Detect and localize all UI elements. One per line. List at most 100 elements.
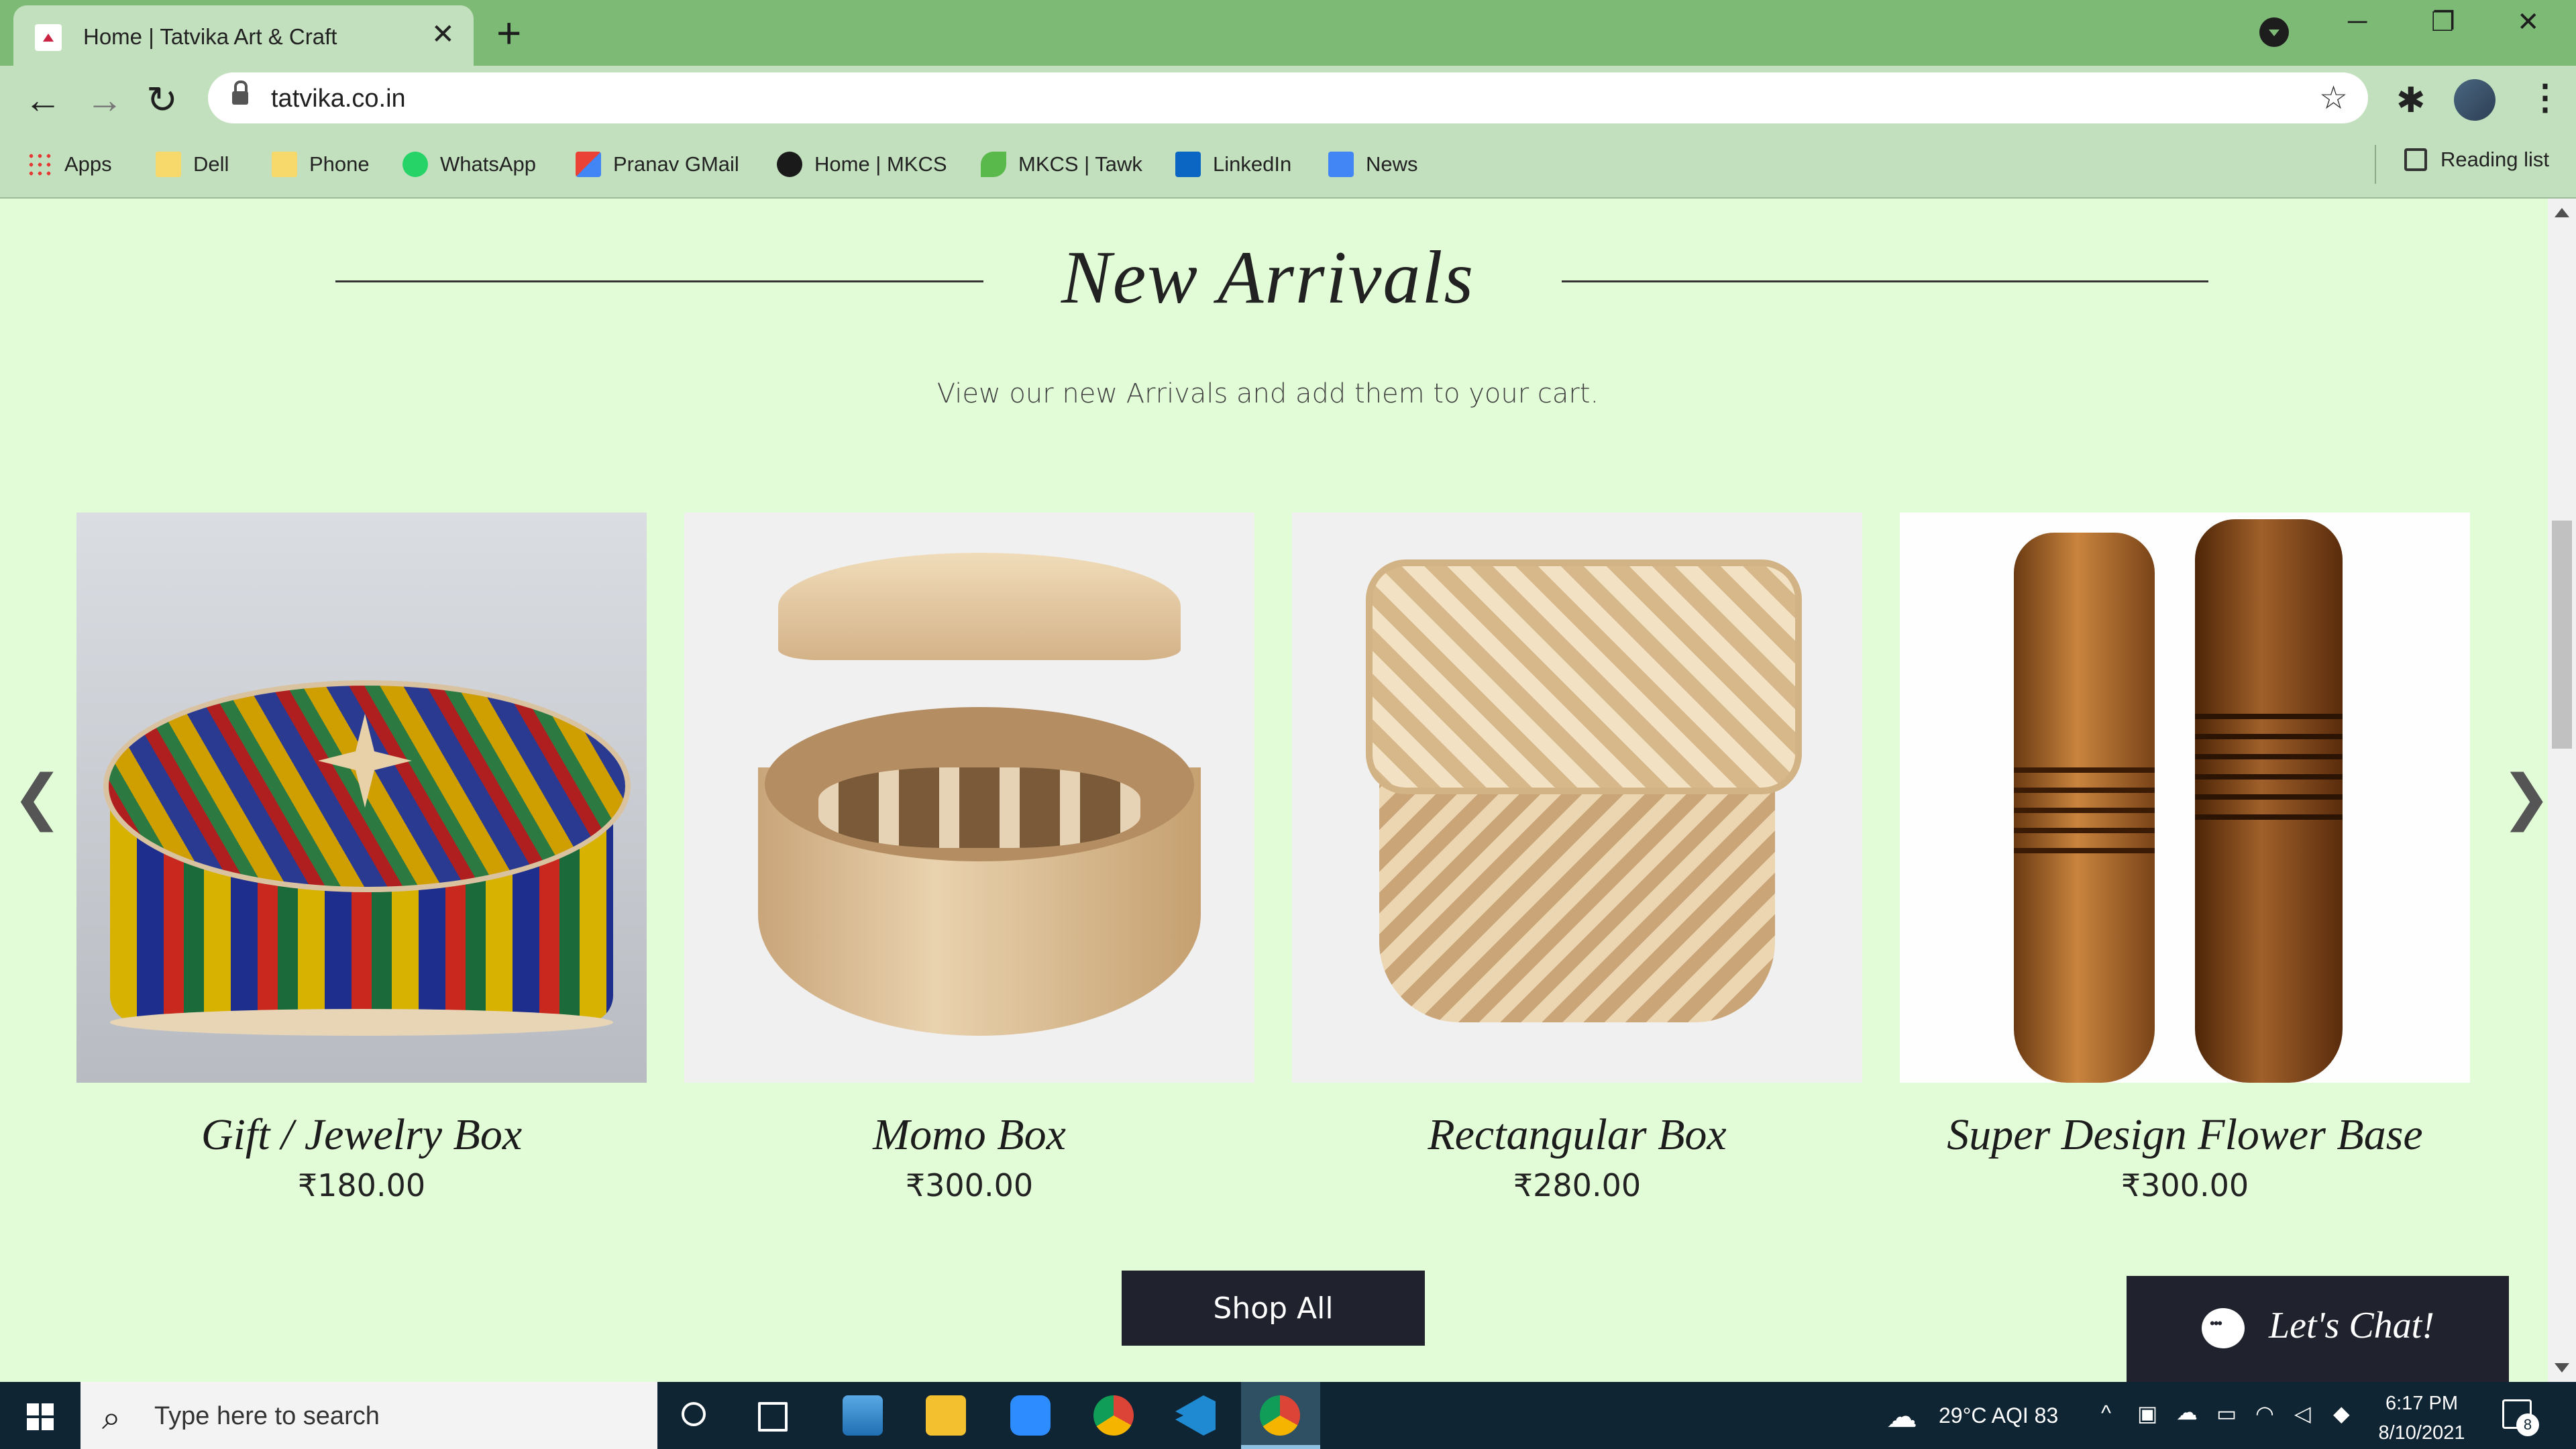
bookmark-label: WhatsApp [440,152,537,176]
vscode-icon[interactable] [1175,1395,1216,1436]
heading-rule-right [1562,280,2208,282]
browser-tab-active[interactable]: Home | Tatvika Art & Craft ✕ [13,5,474,66]
product-card[interactable]: Momo Box ₹300.00 [684,513,1254,1203]
url-text[interactable]: tatvika.co.in [271,85,406,113]
lock-icon[interactable] [232,80,248,105]
notification-count-badge: 8 [2516,1413,2539,1436]
product-card[interactable]: Rectangular Box ₹280.00 [1292,513,1862,1203]
weather-cloud-icon[interactable]: ☁ [1886,1398,1917,1434]
product-image-flower-vase[interactable] [1900,513,2470,1083]
product-image-momo-box[interactable] [684,513,1254,1083]
bookmark-home-mkcs[interactable]: Home | MKCS [777,148,947,181]
reading-list-button[interactable]: Reading list [2404,148,2549,172]
reload-icon[interactable]: ↻ [146,78,178,122]
close-window-icon[interactable]: ✕ [2517,7,2540,38]
tray-app-icon[interactable]: ▣ [2137,1401,2157,1426]
tab-title: Home | Tatvika Art & Craft [83,24,337,49]
bookmark-linkedin[interactable]: LinkedIn [1175,148,1291,181]
zoom-icon[interactable] [1010,1395,1051,1436]
restore-icon[interactable]: ❐ [2431,7,2455,38]
tray-chevron-icon[interactable]: ^ [2101,1401,2111,1426]
bookmark-mkcs-tawk[interactable]: MKCS | Tawk [981,148,1142,181]
site-favicon-icon [35,24,62,51]
bookmark-star-icon[interactable]: ☆ [2319,79,2348,117]
product-price: ₹180.00 [297,1167,426,1203]
weather-text[interactable]: 29°C AQI 83 [1939,1403,2058,1428]
bookmark-label: Apps [64,152,112,176]
profile-avatar[interactable] [2454,79,2496,121]
bookmark-whatsapp[interactable]: WhatsApp [402,148,536,181]
taskbar-search-box[interactable]: ⌕ Type here to search [80,1382,657,1449]
search-icon: ⌕ [102,1399,121,1436]
taskbar-search-placeholder[interactable]: Type here to search [154,1402,380,1431]
pc-app-icon[interactable] [843,1395,883,1436]
bookmark-label: LinkedIn [1213,152,1292,176]
tawk-icon [981,152,1006,177]
chat-label: Let's Chat! [2269,1305,2434,1346]
tab-search-icon[interactable] [2259,17,2289,47]
product-name[interactable]: Super Design Flower Base [1900,1110,2470,1161]
folder-icon [272,152,297,177]
product-price: ₹280.00 [1513,1167,1642,1203]
product-image-rectangular-box[interactable] [1292,513,1862,1083]
product-card[interactable]: Gift / Jewelry Box ₹180.00 [76,513,647,1203]
product-name[interactable]: Momo Box [684,1110,1254,1161]
bookmark-label: News [1366,152,1418,176]
onedrive-icon[interactable]: ☁ [2176,1399,2198,1425]
bookmarks-bar: Apps Dell Phone WhatsApp Pranav GMail Ho… [0,133,2576,199]
carousel-next-icon[interactable]: ❯ [2501,762,2551,833]
tab-close-button[interactable]: ✕ [431,17,455,50]
browser-tab-strip: Home | Tatvika Art & Craft ✕ + ─ ❐ ✕ [0,0,2576,66]
forward-arrow-icon[interactable]: → [86,78,123,121]
bookmark-apps[interactable]: Apps [27,148,112,181]
bookmark-label: Dell [193,152,229,176]
gmail-icon [576,152,601,177]
taskbar-chrome-active[interactable] [1241,1382,1320,1449]
cortana-icon[interactable] [682,1402,706,1426]
back-arrow-icon[interactable]: ← [24,78,62,121]
product-card[interactable]: Super Design Flower Base ₹300.00 [1900,513,2470,1203]
scroll-thumb[interactable] [2552,521,2572,749]
bookmarks-divider [2375,145,2376,184]
chrome-icon[interactable] [1093,1395,1134,1436]
product-image-gift-box[interactable] [76,513,647,1083]
chat-widget-button[interactable]: Let's Chat! [2127,1276,2509,1382]
taskbar-clock[interactable]: 6:17 PM 8/10/2021 [2375,1389,2469,1448]
extensions-puzzle-icon[interactable]: ✱ [2396,80,2426,121]
bookmark-label: MKCS | Tawk [1018,152,1142,176]
browser-toolbar: ← → ↻ tatvika.co.in ☆ ✱ ⋮ [0,66,2576,133]
notification-center-icon[interactable]: 8 [2502,1399,2539,1436]
scroll-up-icon[interactable] [2555,208,2569,217]
product-name[interactable]: Rectangular Box [1292,1110,1862,1161]
clock-date: 8/10/2021 [2378,1422,2465,1444]
battery-icon[interactable]: ▭ [2216,1401,2237,1426]
bookmark-news[interactable]: News [1328,148,1418,181]
dropbox-icon[interactable]: ◆ [2333,1401,2350,1426]
product-price: ₹300.00 [2121,1167,2249,1203]
wifi-icon[interactable]: ◠ [2255,1401,2274,1426]
minimize-icon[interactable]: ─ [2348,7,2367,37]
page-scrollbar[interactable] [2548,199,2576,1382]
bookmark-dell[interactable]: Dell [156,148,229,181]
product-name[interactable]: Gift / Jewelry Box [76,1110,647,1161]
apps-grid-icon [27,152,52,177]
reading-list-icon [2404,148,2428,171]
page-content: New Arrivals View our new Arrivals and a… [0,199,2551,1382]
task-view-icon[interactable] [758,1402,788,1432]
shop-all-button[interactable]: Shop All [1122,1271,1425,1346]
bookmark-label: Pranav GMail [613,152,739,176]
windows-start-icon[interactable] [27,1403,54,1430]
file-explorer-icon[interactable] [926,1395,966,1436]
browser-menu-icon[interactable]: ⋮ [2528,78,2563,118]
volume-icon[interactable]: ◁ [2294,1401,2311,1426]
carousel-prev-icon[interactable]: ❮ [12,762,62,833]
bookmark-gmail[interactable]: Pranav GMail [576,148,739,181]
bookmark-label: Phone [309,152,370,176]
address-bar[interactable]: tatvika.co.in ☆ [208,72,2368,123]
folder-icon [156,152,181,177]
section-heading: New Arrivals [1061,236,1475,319]
bookmark-phone[interactable]: Phone [272,148,370,181]
reading-list-label: Reading list [2440,148,2549,171]
new-tab-button[interactable]: + [496,8,521,58]
scroll-down-icon[interactable] [2555,1363,2569,1373]
